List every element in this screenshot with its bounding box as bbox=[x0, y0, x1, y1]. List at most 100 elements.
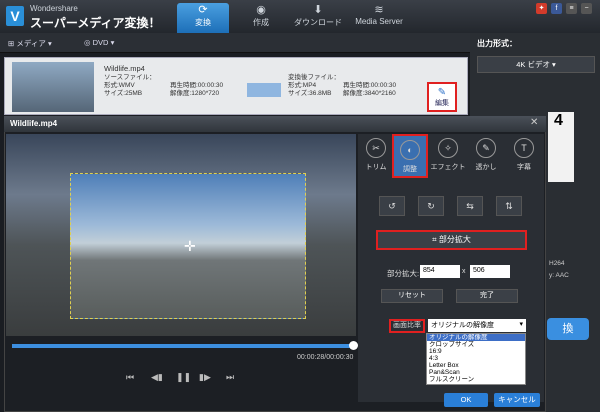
rotate-left-button[interactable]: ↺ bbox=[379, 196, 405, 216]
edit-button-label: 編集 bbox=[435, 100, 449, 107]
tab-subtitle-label: 字幕 bbox=[517, 164, 531, 171]
timecode: 00:00:28/00:00:30 bbox=[297, 354, 354, 361]
partial-zoom-label: 部分拡大 bbox=[438, 235, 471, 244]
rotate-right-button[interactable]: ↻ bbox=[418, 196, 444, 216]
dest-size: サイズ:36.8MB bbox=[288, 90, 332, 97]
format-preview-number: 4 bbox=[554, 112, 563, 129]
tab-adjust-label: 調整 bbox=[403, 166, 417, 173]
step-forward-icon[interactable]: ▮▶ bbox=[199, 372, 211, 383]
reset-button[interactable]: リセット bbox=[381, 289, 443, 303]
ratio-option-fullscreen[interactable]: フルスクリーン bbox=[427, 376, 525, 383]
wifi-icon: ≋ bbox=[374, 4, 384, 16]
convert-arrow-icon bbox=[247, 83, 281, 97]
zoom-separator: x bbox=[462, 268, 466, 275]
toolbar bbox=[0, 33, 470, 53]
chevron-down-icon: ▾ bbox=[519, 321, 523, 328]
aspect-ratio-label: 画面比率 bbox=[389, 319, 425, 333]
disc-icon: ◉ bbox=[256, 4, 266, 16]
download-icon: ⬇ bbox=[313, 4, 323, 16]
tab-effect-label: エフェクト bbox=[430, 164, 466, 171]
facebook-icon[interactable]: f bbox=[551, 3, 562, 14]
done-button[interactable]: 完了 bbox=[456, 289, 518, 303]
tab-media-server-label: Media Server bbox=[355, 17, 403, 26]
skip-back-icon[interactable]: ⏮ bbox=[126, 372, 134, 383]
tab-convert-label: 変換 bbox=[195, 18, 211, 27]
magic-wand-icon: ✧ bbox=[438, 138, 458, 158]
load-dvd-button[interactable]: ◎ DVD ▾ bbox=[84, 38, 114, 47]
flip-horizontal-button[interactable]: ⇆ bbox=[457, 196, 483, 216]
ratio-option-original[interactable]: オリジナルの解像度 bbox=[427, 334, 525, 341]
video-thumbnail bbox=[12, 62, 94, 112]
tab-download[interactable]: ⬇ ダウンロード bbox=[290, 3, 346, 33]
add-media-button[interactable]: ⊞ メディア ▾ bbox=[8, 38, 52, 49]
tab-trim[interactable]: ✂ トリム bbox=[358, 134, 394, 178]
ratio-option-16-9[interactable]: 16:9 bbox=[427, 348, 525, 355]
tab-watermark-label: 透かし bbox=[475, 164, 497, 171]
scissors-icon: ✂ bbox=[366, 138, 386, 158]
source-label: ソースファイル： bbox=[104, 74, 156, 81]
step-back-icon[interactable]: ◀▮ bbox=[151, 372, 163, 383]
zoom-height-input[interactable]: 506 bbox=[470, 265, 510, 278]
seek-progress bbox=[12, 344, 354, 348]
zoom-size-label: 部分拡大: bbox=[387, 269, 420, 278]
partial-zoom-button[interactable]: ⌗ 部分拡大 bbox=[376, 230, 527, 250]
add-media-label: メディア bbox=[16, 39, 46, 48]
subtitle-icon: T bbox=[514, 138, 534, 158]
seek-handle[interactable] bbox=[349, 341, 358, 350]
aspect-ratio-select[interactable]: オリジナルの解像度 ▾ bbox=[428, 319, 526, 332]
dest-duration: 再生時間:00:00:30 bbox=[343, 82, 397, 89]
format-preview: 4 bbox=[548, 112, 574, 182]
gift-icon[interactable]: ✦ bbox=[536, 3, 547, 14]
tab-media-server[interactable]: ≋ Media Server bbox=[350, 3, 408, 33]
edit-button[interactable]: ✎ 編集 bbox=[427, 82, 457, 112]
minimize-icon[interactable]: − bbox=[581, 3, 592, 14]
ok-button[interactable]: OK bbox=[444, 393, 488, 407]
tab-trim-label: トリム bbox=[365, 164, 387, 171]
dest-format: 形式:MP4 bbox=[288, 82, 317, 89]
source-duration: 再生時間:00:00:30 bbox=[170, 82, 224, 89]
tab-convert[interactable]: ⟳ 変換 bbox=[177, 3, 229, 33]
tab-subtitle[interactable]: T 字幕 bbox=[506, 134, 542, 178]
dialog-title: Wildlife.mp4 bbox=[4, 116, 546, 132]
brand-name: Wondershare bbox=[30, 4, 78, 13]
dest-label: 変換後ファイル： bbox=[288, 74, 340, 81]
audio-codec-text: y: AAC bbox=[549, 272, 569, 279]
close-icon[interactable]: ✕ bbox=[530, 117, 538, 128]
tab-edit[interactable]: ◉ 作成 bbox=[236, 3, 286, 33]
edit-pencil-icon: ✎ bbox=[437, 87, 447, 98]
output-format-value: 4K ビデオ bbox=[516, 60, 550, 69]
flip-vertical-button[interactable]: ⇅ bbox=[496, 196, 522, 216]
ratio-option-4-3[interactable]: 4:3 bbox=[427, 355, 525, 362]
zoom-width-input[interactable]: 854 bbox=[420, 265, 460, 278]
aspect-ratio-dropdown[interactable]: オリジナルの解像度 クロップサイズ 16:9 4:3 Letter Box Pa… bbox=[426, 333, 526, 385]
convert-button[interactable]: 換 bbox=[547, 318, 589, 340]
app-title: スーパーメディア変換！ bbox=[30, 16, 161, 30]
video-codec-text: H264 bbox=[549, 260, 565, 267]
aspect-ratio-value: オリジナルの解像度 bbox=[431, 322, 494, 329]
tab-watermark[interactable]: ✎ 透かし bbox=[468, 134, 504, 178]
ratio-option-letterbox[interactable]: Letter Box bbox=[427, 362, 525, 369]
load-dvd-label: DVD bbox=[92, 38, 109, 47]
tab-download-label: ダウンロード bbox=[294, 18, 342, 27]
app-logo: V bbox=[6, 6, 24, 26]
ratio-option-panscan[interactable]: Pan&Scan bbox=[427, 369, 525, 376]
crop-handle-icon[interactable]: ✛ bbox=[184, 238, 196, 255]
cancel-button[interactable]: キャンセル bbox=[494, 393, 540, 407]
tab-edit-label: 作成 bbox=[253, 18, 269, 27]
watermark-icon: ✎ bbox=[476, 138, 496, 158]
source-resolution: 解像度:1280*720 bbox=[170, 90, 220, 97]
skip-forward-icon[interactable]: ⏭ bbox=[226, 372, 234, 383]
tab-effect[interactable]: ✧ エフェクト bbox=[428, 134, 468, 178]
pause-icon[interactable]: ❚❚ bbox=[176, 372, 191, 383]
dest-resolution: 解像度:3840*2160 bbox=[343, 90, 396, 97]
source-size: サイズ:25MB bbox=[104, 90, 143, 97]
refresh-icon: ⟳ bbox=[198, 4, 208, 16]
ratio-option-crop[interactable]: クロップサイズ bbox=[427, 341, 525, 348]
crop-icon: ⌗ bbox=[432, 235, 439, 244]
adjust-icon: ◐ bbox=[400, 140, 420, 160]
output-format-select[interactable]: 4K ビデオ ▾ bbox=[477, 56, 595, 73]
tab-adjust[interactable]: ◐ 調整 bbox=[392, 134, 428, 178]
file-name: Wildlife.mp4 bbox=[104, 64, 145, 73]
source-format: 形式:WMV bbox=[104, 82, 135, 89]
menu-icon[interactable]: ≡ bbox=[566, 3, 577, 14]
